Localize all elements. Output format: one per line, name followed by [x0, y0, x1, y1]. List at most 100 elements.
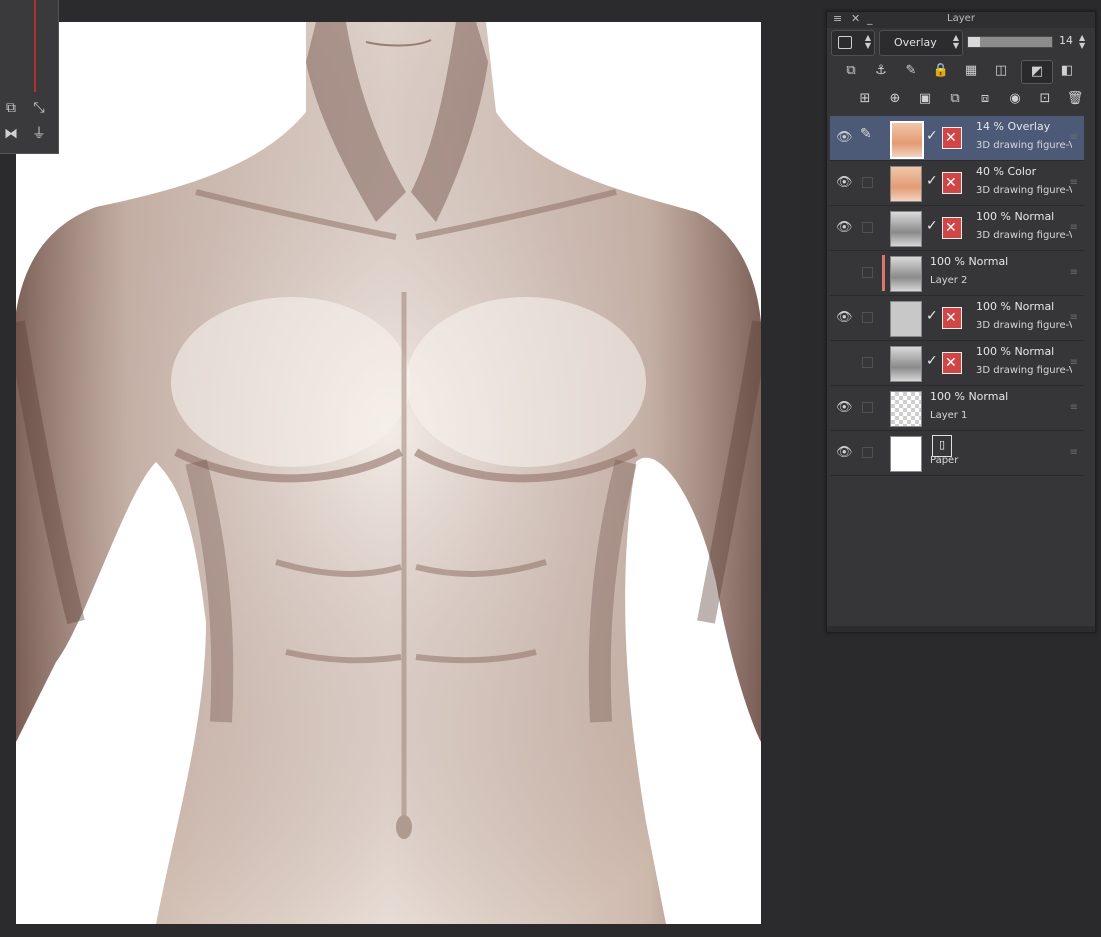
eye-icon[interactable]: 👁 [836, 400, 853, 415]
transform-icon[interactable]: ⧉ [0, 98, 22, 118]
mask-disabled-icon[interactable] [942, 352, 962, 374]
layer-type-select[interactable]: ▲ ▼ [831, 30, 875, 56]
enable-mask-icon[interactable]: ◫ [989, 60, 1013, 82]
eye-icon[interactable]: 👁 [836, 175, 853, 190]
layer-row[interactable]: 👁 ▯ Paper ≡ [830, 431, 1084, 476]
opacity-value[interactable]: 14 [1059, 34, 1073, 47]
layer-thumbnail [890, 301, 922, 337]
layer-thumbnail [890, 211, 922, 247]
updown-icon: ▲ ▼ [952, 33, 959, 50]
drag-handle-icon[interactable]: ≡ [1070, 447, 1078, 458]
drag-handle-icon[interactable]: ≡ [1070, 402, 1078, 413]
new-raster-layer-icon[interactable]: ⊞ [853, 88, 877, 110]
drag-handle-icon[interactable]: ≡ [1070, 312, 1078, 323]
edit-target-slot[interactable] [862, 447, 873, 458]
layer-row[interactable]: 👁 100 % Normal Layer 2 ≡ [830, 251, 1084, 296]
layer-thumbnail [890, 391, 922, 427]
layer-blend-info: 100 % Normal [976, 300, 1055, 313]
merge-down-icon[interactable]: ⧈ [973, 88, 997, 110]
layer-blend-info: 100 % Normal [930, 255, 1009, 268]
check-icon: ✓ [926, 353, 938, 369]
layer-blend-info: 100 % Normal [976, 210, 1055, 223]
layer-row[interactable]: 👁 ✎ ✓ 14 % Overlay 3D drawing figure-Ve … [830, 116, 1084, 161]
layer-name: Layer 2 [930, 275, 968, 286]
layer-thumbnail [890, 346, 922, 382]
duplicate-layer-icon[interactable]: ⧉ [943, 88, 967, 110]
lock-transparency-icon[interactable]: ▦ [959, 60, 983, 82]
mask-disabled-icon[interactable] [942, 172, 962, 194]
eye-hidden-icon[interactable]: 👁 [836, 265, 852, 280]
reference-layer-icon[interactable]: ⚓ [869, 60, 893, 82]
layer-blend-info: 14 % Overlay [976, 120, 1051, 133]
layer-blend-info: 100 % Normal [930, 390, 1009, 403]
apply-mask-icon[interactable]: ⊡ [1033, 88, 1057, 110]
torso-illustration [16, 22, 761, 924]
create-mask-icon[interactable]: ◉ [1003, 88, 1027, 110]
new-vector-layer-icon[interactable]: ⊕ [883, 88, 907, 110]
eye-hidden-icon[interactable]: 👁 [836, 355, 852, 370]
scale-icon[interactable]: ⤡ [28, 98, 50, 118]
layer-thumbnail [890, 256, 922, 292]
draft-layer-icon[interactable]: ✎ [899, 60, 923, 82]
layer-row[interactable]: 👁 ✓ 100 % Normal 3D drawing figure-Ve ≡ [830, 206, 1084, 251]
flip-vertical-icon[interactable]: ⏚ [28, 124, 50, 144]
blend-mode-select[interactable]: Overlay ▲ ▼ [879, 30, 963, 56]
panel-resize-handle[interactable] [827, 626, 1095, 632]
layer-row[interactable]: 👁 ✓ 100 % Normal 3D drawing figure-Ve ≡ [830, 296, 1084, 341]
edit-target-slot[interactable] [862, 222, 873, 233]
edit-target-slot[interactable] [862, 402, 873, 413]
check-icon: ✓ [926, 218, 938, 234]
opacity-fill [968, 37, 980, 47]
eye-icon[interactable]: 👁 [836, 130, 853, 145]
drag-handle-icon[interactable]: ≡ [1070, 222, 1078, 233]
show-mask-area-icon[interactable]: ◩ [1021, 60, 1053, 84]
layer-name: 3D drawing figure-Ve [976, 185, 1072, 196]
opacity-stepper[interactable]: ▲ ▼ [1079, 34, 1085, 50]
mask-disabled-icon[interactable] [942, 307, 962, 329]
edit-target-slot[interactable] [862, 267, 873, 278]
mask-disabled-icon[interactable] [942, 217, 962, 239]
opacity-slider[interactable] [967, 36, 1053, 48]
drag-handle-icon[interactable]: ≡ [1070, 177, 1078, 188]
edit-target-slot[interactable] [862, 357, 873, 368]
layer-thumbnail [890, 436, 922, 472]
new-folder-icon[interactable]: ▣ [913, 88, 937, 110]
delete-layer-icon[interactable]: 🗑 [1063, 88, 1087, 110]
drag-handle-icon[interactable]: ≡ [1070, 357, 1078, 368]
layer-row[interactable]: 👁 ✓ 40 % Color 3D drawing figure-Ve ≡ [830, 161, 1084, 206]
layer-blend-info: 100 % Normal [976, 345, 1055, 358]
floating-tool-palette: ⧉ ⤡ ⧓ ⏚ [0, 0, 59, 154]
edit-target-slot[interactable] [862, 177, 873, 188]
eye-icon[interactable]: 👁 [836, 220, 853, 235]
layer-name: Paper [930, 455, 959, 466]
layer-blend-info: 40 % Color [976, 165, 1037, 178]
layer-name: 3D drawing figure-Ve [976, 365, 1072, 376]
drag-handle-icon[interactable]: ≡ [1070, 267, 1078, 278]
layer-name: Layer 1 [930, 410, 968, 421]
updown-icon: ▲ ▼ [864, 33, 871, 50]
panel-title: Layer [947, 13, 975, 24]
edit-target-slot[interactable] [862, 312, 873, 323]
mask-disabled-icon[interactable] [942, 127, 962, 149]
drag-handle-icon[interactable]: ≡ [1070, 132, 1078, 143]
canvas-area[interactable]: ⧉ ⤡ ⧓ ⏚ [0, 0, 800, 937]
lock-icon[interactable]: 🔒 [929, 60, 953, 82]
flip-horizontal-icon[interactable]: ⧓ [0, 124, 22, 144]
paper-icon: ▯ [932, 435, 952, 457]
layer-color-icon[interactable]: ◧ [1055, 60, 1079, 82]
layer-name: 3D drawing figure-Ve [976, 230, 1072, 241]
artwork-canvas[interactable] [16, 22, 761, 924]
eye-icon[interactable]: 👁 [836, 310, 853, 325]
layer-square-icon [838, 36, 852, 49]
panel-header: ≡ ✕ _ Layer [827, 12, 1095, 28]
check-icon: ✓ [926, 128, 938, 144]
clip-to-layer-below-icon[interactable]: ⧉ [839, 60, 863, 82]
pen-icon: ✎ [860, 126, 872, 142]
blend-row: ▲ ▼ Overlay ▲ ▼ 14 ▲ ▼ [831, 30, 1091, 56]
blend-mode-value: Overlay [894, 36, 937, 49]
layer-row[interactable]: 👁 ✓ 100 % Normal 3D drawing figure-Ve ≡ [830, 341, 1084, 386]
layer-row[interactable]: 👁 100 % Normal Layer 1 ≡ [830, 386, 1084, 431]
layer-options-toolbar: ⧉ ⚓ ✎ 🔒 ▦ ◫ ◩ ◧ [831, 58, 1091, 86]
eye-icon[interactable]: 👁 [836, 445, 853, 460]
check-icon: ✓ [926, 173, 938, 189]
